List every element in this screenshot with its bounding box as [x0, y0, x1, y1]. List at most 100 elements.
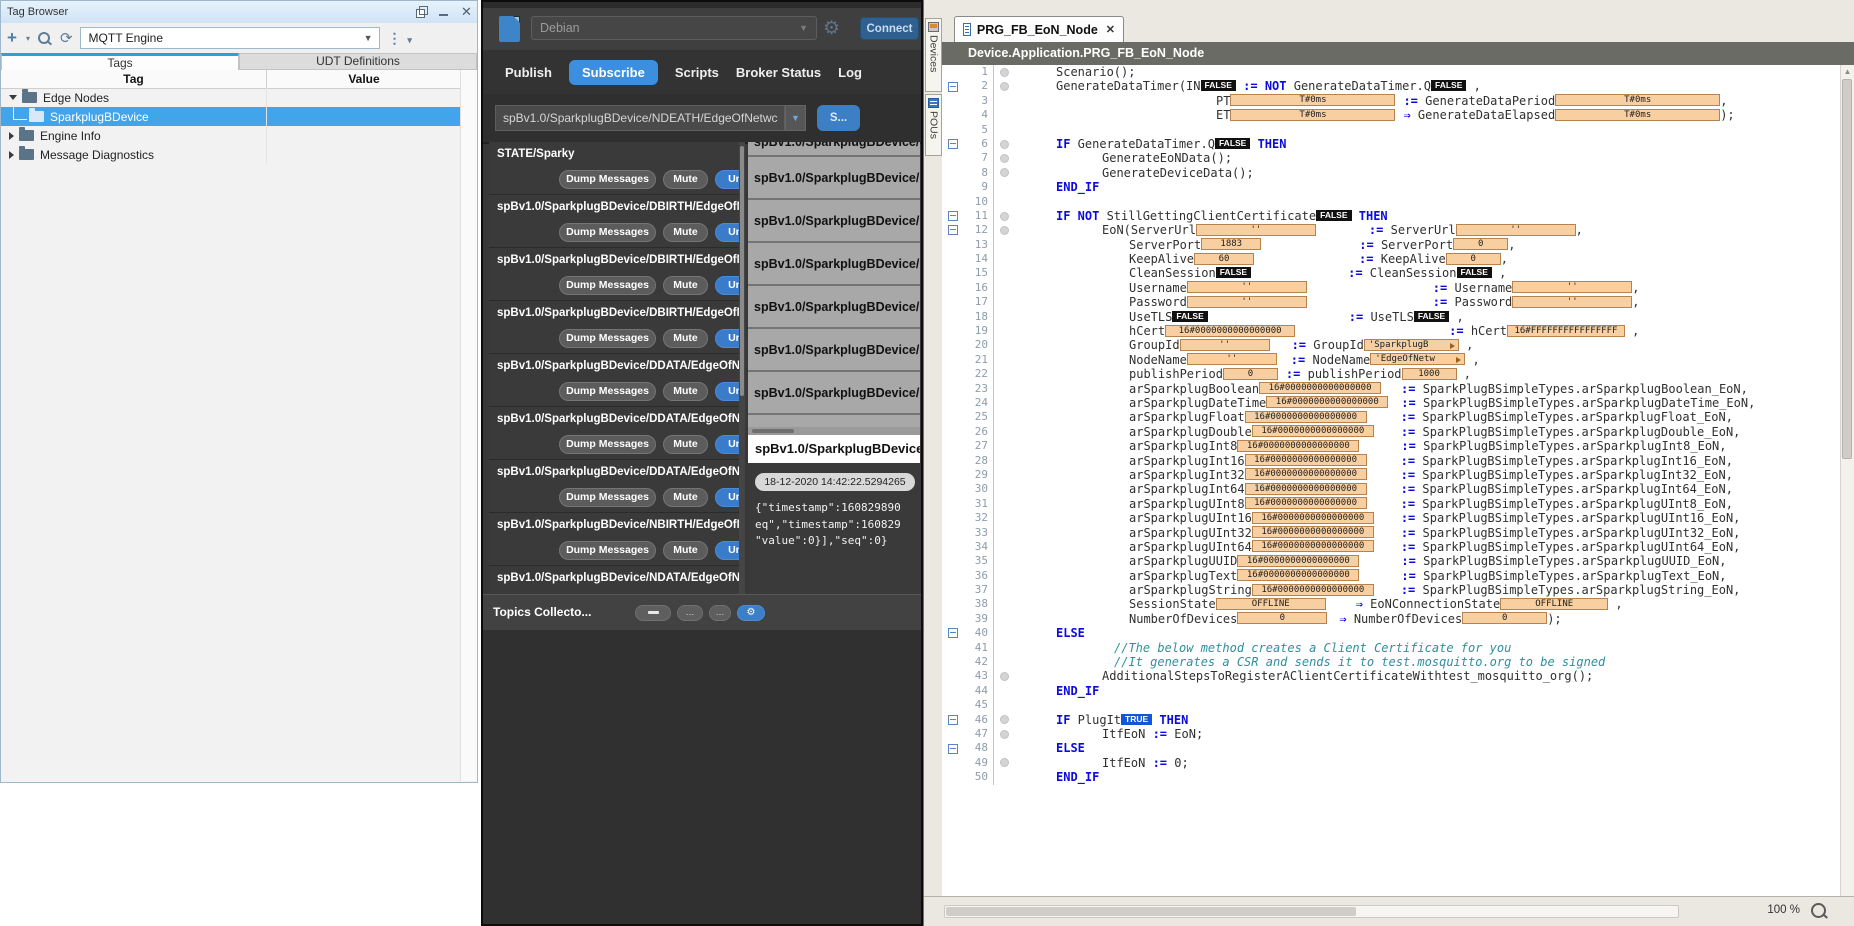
monitor-value-box[interactable]: '' — [1196, 224, 1316, 236]
profile-file-icon[interactable] — [499, 16, 520, 42]
monitor-value-box[interactable]: 16#0000000000000000 — [1245, 483, 1367, 495]
tree-expander-icon[interactable] — [9, 151, 14, 159]
monitor-value-box[interactable]: 60 — [1194, 253, 1254, 265]
breakpoint-column[interactable] — [994, 554, 1014, 568]
code-line-14[interactable]: 14KeepAlive60:= KeepAlive0, — [942, 252, 1841, 266]
breakpoint-column[interactable] — [994, 324, 1014, 338]
breakpoint-column[interactable] — [994, 209, 1014, 223]
tree-item-message-diagnostics[interactable]: Message Diagnostics — [1, 145, 461, 164]
fold-marker-icon[interactable] — [948, 744, 958, 754]
editor-tab-prg-fb-eon-node[interactable]: PRG_FB_EoN_Node ✕ — [954, 16, 1124, 42]
hscrollbar-thumb[interactable] — [946, 907, 1356, 916]
breakpoint-column[interactable] — [994, 94, 1014, 108]
code-line-21[interactable]: 21NodeName'':= NodeName'EdgeOfNetw , — [942, 353, 1841, 367]
monitor-value-box[interactable]: T#0ms — [1230, 109, 1395, 121]
monitor-value-box[interactable]: '' — [1187, 281, 1307, 293]
monitor-value-box[interactable]: 16#0000000000000000 — [1245, 411, 1367, 423]
breakpoint-column[interactable] — [994, 583, 1014, 597]
breakpoint-column[interactable] — [994, 482, 1014, 496]
message-row[interactable]: spBv1.0/SparkplugBDevice/NDEATH — [748, 372, 920, 415]
code-line-33[interactable]: 33arSparkplugUInt3216#0000000000000000:=… — [942, 526, 1841, 540]
code-line-38[interactable]: 38SessionStateOFFLINE⇒ EoNConnectionStat… — [942, 597, 1841, 611]
code-line-7[interactable]: 7GenerateEoNData(); — [942, 151, 1841, 165]
breakpoint-column[interactable] — [994, 597, 1014, 611]
breakpoint-column[interactable] — [994, 454, 1014, 468]
monitor-value-box[interactable]: 16#0000000000000000 — [1245, 497, 1367, 509]
unsubscribe-button[interactable]: Uns — [715, 435, 739, 454]
monitor-value-box[interactable]: 0 — [1237, 612, 1327, 624]
unsubscribe-button[interactable]: Uns — [715, 382, 739, 401]
breakpoint-column[interactable] — [994, 180, 1014, 194]
tag-browser-titlebar[interactable]: Tag Browser ✕ — [1, 1, 477, 24]
bool-monitor-badge[interactable]: FALSE — [1457, 267, 1492, 278]
breakpoint-column[interactable] — [994, 310, 1014, 324]
mute-button[interactable]: Mute — [663, 329, 708, 348]
code-line-16[interactable]: 16Username'':= Username'', — [942, 281, 1841, 295]
tree-expander-icon[interactable] — [9, 95, 17, 100]
message-row[interactable]: spBv1.0/SparkplugBDevice/DDATA — [748, 286, 920, 329]
monitor-value-box[interactable]: '' — [1187, 296, 1307, 308]
breakpoint-column[interactable] — [994, 727, 1014, 741]
code-line-24[interactable]: 24arSparkplugDateTime16#0000000000000000… — [942, 396, 1841, 410]
breakpoint-column[interactable] — [994, 698, 1014, 712]
fold-marker-icon[interactable] — [948, 211, 958, 221]
unsubscribe-button[interactable]: Uns — [715, 276, 739, 295]
monitor-value-box[interactable]: 16#0000000000000000 — [1252, 584, 1374, 596]
message-row[interactable]: spBv1.0/SparkplugBDevice/DDATA — [748, 243, 920, 286]
monitor-value-box[interactable]: 16#0000000000000000 — [1259, 382, 1381, 394]
code-line-1[interactable]: 1Scenario(); — [942, 65, 1841, 79]
minimize-icon[interactable] — [438, 6, 450, 18]
code-line-9[interactable]: 9END_IF — [942, 180, 1841, 194]
code-line-40[interactable]: 40ELSE — [942, 626, 1841, 640]
topics-options-button[interactable]: … — [677, 605, 703, 621]
tree-item-engine-info[interactable]: Engine Info — [1, 126, 461, 145]
breakpoint-column[interactable] — [994, 151, 1014, 165]
unsubscribe-button[interactable]: Uns — [715, 488, 739, 507]
unsubscribe-button[interactable]: Uns — [715, 170, 739, 189]
monitor-value-box[interactable]: 'SparkplugB — [1364, 339, 1459, 351]
breakpoint-column[interactable] — [994, 569, 1014, 583]
topic-dropdown-button[interactable]: ▼ — [785, 105, 806, 131]
sidebar-tab-pous[interactable]: POUs — [925, 94, 942, 156]
code-line-6[interactable]: 6IF GenerateDataTimer.QFALSE THEN — [942, 137, 1841, 151]
code-line-46[interactable]: 46IF PlugItTRUE THEN — [942, 713, 1841, 727]
code-line-45[interactable]: 45 — [942, 698, 1841, 712]
monitor-value-box[interactable]: 16#0000000000000000 — [1165, 325, 1295, 337]
message-panel-splitter[interactable] — [748, 427, 920, 435]
fold-marker-icon[interactable] — [948, 82, 958, 92]
monitor-value-box[interactable]: 1000 — [1402, 368, 1457, 380]
mute-button[interactable]: Mute — [663, 541, 708, 560]
code-line-31[interactable]: 31arSparkplugUInt816#0000000000000000:= … — [942, 497, 1841, 511]
breakpoint-column[interactable] — [994, 396, 1014, 410]
subscription-list-scrollbar[interactable] — [739, 142, 745, 594]
tag-provider-select[interactable]: MQTT Engine ▼ — [80, 27, 380, 49]
add-tag-caret-icon[interactable]: ▾ — [26, 34, 30, 43]
monitor-value-box[interactable]: 0 — [1462, 612, 1547, 624]
code-line-19[interactable]: 19hCert16#0000000000000000:= hCert16#FFF… — [942, 324, 1841, 338]
monitor-value-box[interactable]: 1883 — [1201, 238, 1261, 250]
dump-messages-button[interactable]: Dump Messages — [559, 382, 656, 401]
breakpoint-column[interactable] — [994, 526, 1014, 540]
monitor-value-box[interactable]: 0 — [1453, 238, 1508, 250]
code-line-32[interactable]: 32arSparkplugUInt1616#0000000000000000:=… — [942, 511, 1841, 525]
breakpoint-column[interactable] — [994, 540, 1014, 554]
breakpoint-column[interactable] — [994, 295, 1014, 309]
code-line-15[interactable]: 15CleanSessionFALSE:= CleanSessionFALSE … — [942, 266, 1841, 280]
code-line-36[interactable]: 36arSparkplugText16#0000000000000000:= S… — [942, 569, 1841, 583]
scrollbar-thumb[interactable] — [1842, 79, 1852, 459]
mute-button[interactable]: Mute — [663, 276, 708, 295]
dump-messages-button[interactable]: Dump Messages — [559, 170, 656, 189]
bool-monitor-badge[interactable]: FALSE — [1316, 210, 1351, 221]
code-line-43[interactable]: 43AdditionalStepsToRegisterAClientCertif… — [942, 669, 1841, 683]
tree-expander-icon[interactable] — [9, 132, 14, 140]
breakpoint-column[interactable] — [994, 353, 1014, 367]
code-line-5[interactable]: 5 — [942, 123, 1841, 137]
breakpoint-column[interactable] — [994, 195, 1014, 209]
breakpoint-column[interactable] — [994, 626, 1014, 640]
mute-button[interactable]: Mute — [663, 435, 708, 454]
search-icon[interactable] — [38, 32, 50, 44]
mute-button[interactable]: Mute — [663, 488, 708, 507]
monitor-value-box[interactable]: 16#0000000000000000 — [1245, 468, 1367, 480]
code-line-23[interactable]: 23arSparkplugBoolean16#0000000000000000:… — [942, 382, 1841, 396]
monitor-value-box[interactable]: T#0ms — [1230, 94, 1395, 106]
